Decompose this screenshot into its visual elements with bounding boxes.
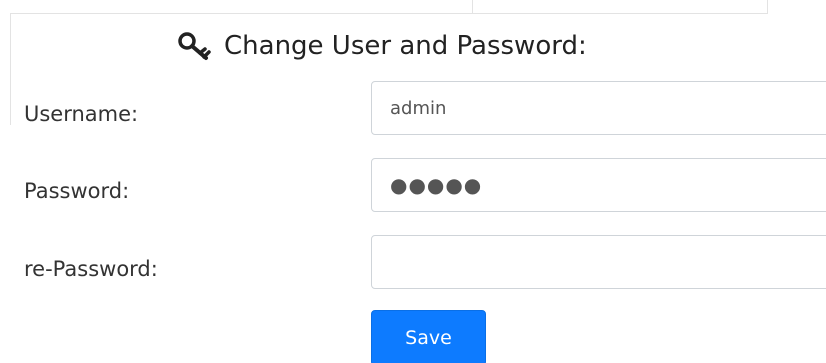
panel-border-divider [472,0,473,13]
page-title: Change User and Password: [178,24,587,68]
username-field[interactable] [371,81,826,135]
password-label: Password: [24,179,130,203]
panel-border-top [10,13,768,14]
key-icon [178,31,214,61]
panel-border-left [10,13,11,125]
panel-border-right-tick [767,0,768,14]
repassword-label: re-Password: [24,257,158,281]
change-credentials-page: Change User and Password: Username: Pass… [0,0,826,363]
save-button[interactable]: Save [371,310,486,363]
page-title-text: Change User and Password: [224,31,587,61]
username-label: Username: [24,102,139,126]
password-field[interactable] [371,158,826,212]
repassword-field[interactable] [371,235,826,289]
